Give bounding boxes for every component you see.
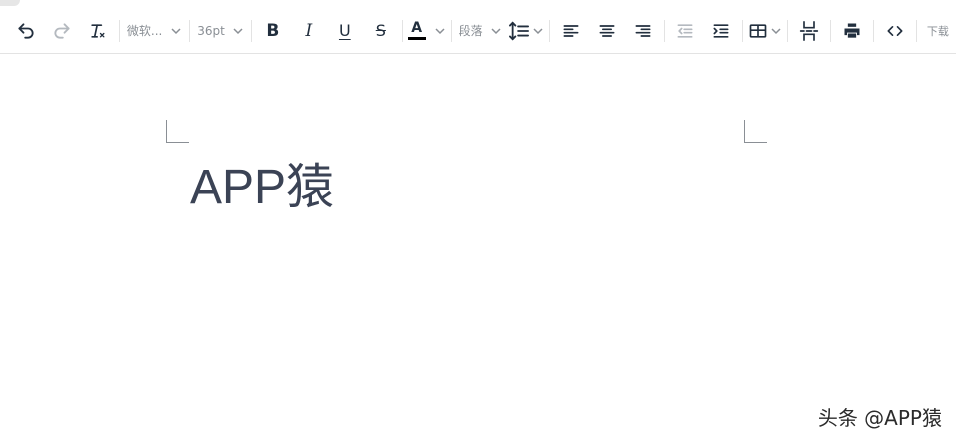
undo-icon bbox=[18, 22, 34, 39]
font-color-icon: A bbox=[407, 20, 426, 40]
align-right-button[interactable] bbox=[626, 15, 660, 47]
document-text[interactable]: APP猿 bbox=[190, 160, 334, 216]
clear-format-button[interactable] bbox=[81, 15, 115, 47]
toolbar-separator bbox=[742, 19, 744, 42]
watermark-text: 头条 @APP猿 bbox=[817, 406, 942, 430]
font-size-select[interactable]: 36pt bbox=[193, 15, 248, 47]
line-height-icon bbox=[508, 21, 529, 40]
page-margin-marker-right bbox=[744, 120, 767, 143]
page-break-button[interactable] bbox=[792, 15, 826, 47]
code-icon bbox=[887, 25, 903, 36]
strikethrough-button[interactable]: S bbox=[364, 15, 398, 47]
outdent-icon bbox=[677, 23, 693, 38]
chevron-down-icon bbox=[770, 25, 782, 37]
font-color-button[interactable]: A bbox=[406, 15, 448, 47]
indent-icon bbox=[713, 23, 729, 38]
editor-toolbar: 微软... 36pt B I U S A 段落 下载 bbox=[0, 8, 956, 54]
toolbar-separator bbox=[916, 19, 917, 42]
underline-button[interactable]: U bbox=[328, 15, 362, 47]
bold-button[interactable]: B bbox=[256, 15, 290, 47]
block-format-select[interactable]: 段落 bbox=[455, 15, 506, 47]
italic-button[interactable]: I bbox=[292, 15, 326, 47]
align-center-button[interactable] bbox=[590, 15, 624, 47]
toolbar-separator bbox=[450, 19, 452, 42]
download-button[interactable]: 下载 bbox=[921, 15, 955, 47]
table-icon bbox=[750, 23, 767, 38]
toolbar-separator bbox=[189, 19, 191, 42]
chevron-down-icon[interactable] bbox=[434, 25, 446, 37]
align-left-icon bbox=[563, 24, 579, 37]
chevron-down-icon bbox=[232, 25, 244, 37]
font-color-swatch bbox=[407, 37, 426, 40]
toolbar-separator bbox=[401, 19, 403, 42]
italic-icon: I bbox=[305, 20, 313, 41]
font-family-select[interactable]: 微软... bbox=[123, 15, 186, 47]
align-center-icon bbox=[599, 24, 615, 37]
redo-icon bbox=[54, 22, 70, 39]
print-button[interactable] bbox=[835, 15, 869, 47]
font-color-letter: A bbox=[411, 20, 423, 36]
block-format-value: 段落 bbox=[458, 24, 483, 38]
strikethrough-icon: S bbox=[375, 21, 386, 40]
printer-icon bbox=[844, 23, 860, 38]
bold-icon: B bbox=[266, 20, 280, 41]
top-tab-fragment bbox=[0, 0, 20, 6]
outdent-button[interactable] bbox=[668, 15, 702, 47]
window-top-strip bbox=[0, 0, 956, 8]
font-size-value: 36pt bbox=[197, 23, 225, 38]
editor-content-area[interactable]: APP猿 头条 @APP猿 bbox=[0, 55, 956, 441]
clear-format-icon bbox=[91, 23, 105, 38]
undo-button[interactable] bbox=[9, 15, 43, 47]
toolbar-separator bbox=[830, 19, 832, 42]
align-left-button[interactable] bbox=[554, 15, 588, 47]
toolbar-separator bbox=[119, 19, 120, 42]
toolbar-separator bbox=[873, 19, 875, 42]
source-code-button[interactable] bbox=[878, 15, 912, 47]
chevron-down-icon bbox=[490, 25, 502, 37]
page-break-icon bbox=[800, 20, 819, 41]
underline-icon: U bbox=[338, 21, 351, 40]
indent-button[interactable] bbox=[704, 15, 738, 47]
toolbar-separator bbox=[548, 19, 550, 42]
align-right-icon bbox=[635, 24, 651, 37]
chevron-down-icon bbox=[532, 25, 544, 37]
chevron-down-icon bbox=[170, 25, 182, 37]
page-margin-marker-left bbox=[166, 120, 189, 143]
font-family-value: 微软... bbox=[126, 24, 163, 38]
toolbar-separator bbox=[250, 19, 252, 42]
redo-button[interactable] bbox=[45, 15, 79, 47]
table-button[interactable] bbox=[746, 15, 784, 47]
line-height-button[interactable] bbox=[506, 15, 546, 47]
toolbar-separator bbox=[663, 19, 665, 42]
toolbar-separator bbox=[787, 19, 789, 42]
